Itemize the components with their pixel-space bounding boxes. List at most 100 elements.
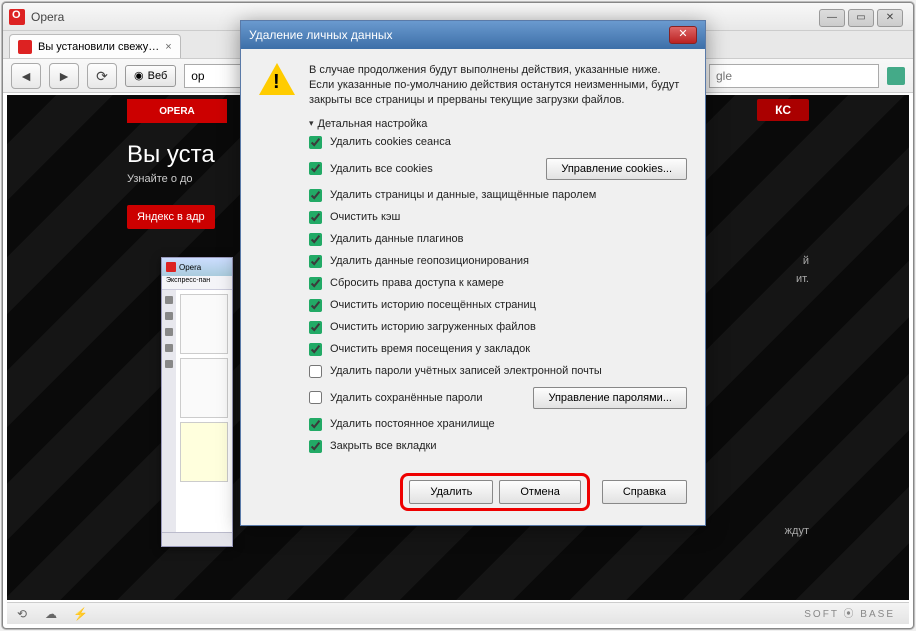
speed-dial-thumb (180, 358, 228, 418)
option-row: Очистить время посещения у закладок (309, 343, 687, 356)
option-checkbox[interactable] (309, 391, 322, 404)
delete-button[interactable]: Удалить (409, 480, 493, 504)
option-checkbox[interactable] (309, 440, 322, 453)
close-window-button[interactable]: ✕ (877, 9, 903, 27)
option-row: Очистить историю посещённых страниц (309, 299, 687, 312)
option-checkbox[interactable] (309, 277, 322, 290)
watermark: SOFT ⦿ BASE (804, 605, 895, 620)
option-label[interactable]: Очистить историю посещённых страниц (330, 299, 536, 311)
manage-passwords-button[interactable]: Управление паролями... (533, 387, 687, 409)
option-checkbox[interactable] (309, 233, 322, 246)
opera-icon (18, 40, 32, 54)
browser-tab[interactable]: Вы установили свежу… × (9, 34, 181, 58)
cancel-button[interactable]: Отмена (499, 480, 580, 504)
opera-icon (9, 9, 25, 25)
option-label[interactable]: Удалить данные геопозиционирования (330, 255, 529, 267)
option-label[interactable]: Удалить все cookies (330, 163, 433, 175)
web-mode-button[interactable]: ◉ Веб (125, 65, 176, 87)
search-input[interactable] (709, 64, 879, 88)
back-button[interactable]: ◄ (11, 63, 41, 89)
opera-icon (166, 262, 176, 272)
option-row: Удалить cookies сеанса (309, 136, 687, 149)
dialog-message: В случае продолжения будут выполнены дей… (309, 63, 687, 108)
text-fragment: ит. (796, 273, 809, 285)
options-list: Удалить cookies сеанса Удалить все cookie… (259, 136, 687, 453)
option-row: Удалить пароли учётных записей электронн… (309, 365, 687, 378)
text-fragment: й (803, 255, 809, 267)
option-label[interactable]: Сбросить права доступа к камере (330, 277, 504, 289)
option-row: Сбросить права доступа к камере (309, 277, 687, 290)
option-label[interactable]: Удалить сохранённые пароли (330, 392, 482, 404)
tab-close-button[interactable]: × (165, 41, 171, 53)
dialog-button-row: Удалить Отмена Справка (241, 465, 705, 525)
option-checkbox[interactable] (309, 365, 322, 378)
option-checkbox[interactable] (309, 162, 322, 175)
yandex-button[interactable]: Яндекс в адр (127, 205, 215, 229)
option-label[interactable]: Удалить cookies сеанса (330, 136, 451, 148)
turbo-icon[interactable]: ⚡ (73, 607, 87, 621)
option-checkbox[interactable] (309, 255, 322, 268)
cloud-icon[interactable]: ☁ (45, 607, 59, 621)
option-checkbox[interactable] (309, 136, 322, 149)
reload-button[interactable]: ⟳ (87, 63, 117, 89)
speed-dial-thumb (180, 294, 228, 354)
globe-icon: ◉ (134, 69, 144, 82)
dialog-body: В случае продолжения будут выполнены дей… (241, 49, 705, 465)
statusbar: ⟲ ☁ ⚡ (7, 602, 909, 624)
text-fragment: ждут (785, 525, 809, 537)
manage-cookies-button[interactable]: Управление cookies... (546, 158, 687, 180)
help-button[interactable]: Справка (602, 480, 687, 504)
speed-dial-thumb (180, 422, 228, 482)
hero-heading: Вы уста (127, 141, 215, 169)
option-checkbox[interactable] (309, 211, 322, 224)
option-label[interactable]: Очистить кэш (330, 211, 400, 223)
dialog-title: Удаление личных данных (249, 28, 392, 42)
forward-button[interactable]: ► (49, 63, 79, 89)
sync-icon[interactable]: ⟲ (17, 607, 31, 621)
option-label[interactable]: Очистить время посещения у закладок (330, 343, 530, 355)
detailed-settings-toggle[interactable]: Детальная настройка (259, 118, 687, 130)
minimize-button[interactable]: — (819, 9, 845, 27)
option-checkbox[interactable] (309, 418, 322, 431)
preview-tab: Экспресс-пан (162, 276, 232, 290)
annotation-highlight: Удалить Отмена (400, 473, 589, 511)
option-row: Удалить страницы и данные, защищённые па… (309, 189, 687, 202)
preview-sidebar (162, 290, 176, 532)
plus-icon (165, 360, 173, 368)
option-label[interactable]: Удалить пароли учётных записей электронн… (330, 365, 602, 377)
option-checkbox[interactable] (309, 299, 322, 312)
star-icon (165, 312, 173, 320)
option-label[interactable]: Очистить историю загруженных файлов (330, 321, 536, 333)
option-checkbox[interactable] (309, 189, 322, 202)
preview-titlebar: Opera (162, 258, 232, 276)
preview-statusbar (162, 532, 232, 546)
option-label[interactable]: Удалить постоянное хранилище (330, 418, 495, 430)
option-row: Очистить историю загруженных файлов (309, 321, 687, 334)
lock-icon (165, 296, 173, 304)
option-checkbox[interactable] (309, 343, 322, 356)
delete-private-data-dialog: Удаление личных данных ✕ В случае продол… (240, 20, 706, 526)
yandex-badge: КС (757, 99, 809, 121)
option-row: Удалить постоянное хранилище (309, 418, 687, 431)
opera-logo: OPERA (127, 99, 227, 123)
option-row: Удалить сохранённые пароли Управление пар… (309, 387, 687, 409)
dialog-close-button[interactable]: ✕ (669, 26, 697, 44)
hero-subtitle: Узнайте о до (127, 173, 193, 185)
tab-label: Вы установили свежу… (38, 41, 159, 53)
maximize-button[interactable]: ▭ (848, 9, 874, 27)
option-row: Удалить все cookies Управление cookies... (309, 158, 687, 180)
option-checkbox[interactable] (309, 321, 322, 334)
preview-body (176, 290, 232, 532)
option-label[interactable]: Закрыть все вкладки (330, 440, 437, 452)
option-row: Удалить данные плагинов (309, 233, 687, 246)
download-icon (165, 344, 173, 352)
option-row: Очистить кэш (309, 211, 687, 224)
preview-window: Opera Экспресс-пан (161, 257, 233, 547)
warning-icon (259, 63, 295, 97)
option-row: Закрыть все вкладки (309, 440, 687, 453)
extension-icon[interactable] (887, 67, 905, 85)
option-label[interactable]: Удалить страницы и данные, защищённые па… (330, 189, 596, 201)
dialog-titlebar: Удаление личных данных ✕ (241, 21, 705, 49)
option-label[interactable]: Удалить данные плагинов (330, 233, 464, 245)
option-row: Удалить данные геопозиционирования (309, 255, 687, 268)
